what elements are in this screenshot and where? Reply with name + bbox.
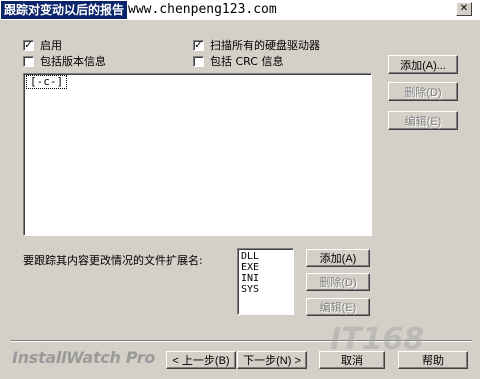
next-button[interactable]: 下一步(N) > xyxy=(237,351,307,369)
edit-drive-button[interactable]: 编辑(E) xyxy=(388,111,458,130)
delete-extension-button[interactable]: 删除(D) xyxy=(306,273,370,291)
delete-drive-button[interactable]: 删除(D) xyxy=(388,82,458,101)
extensions-listbox[interactable]: DLL EXE INI SYS xyxy=(237,248,294,315)
brand-logo: InstallWatch Pro xyxy=(12,348,156,367)
title-bar: 跟踪对变动以后的报告 www.chenpeng123.com ✕ xyxy=(0,0,480,20)
extension-item[interactable]: DLL xyxy=(241,251,293,262)
drives-listbox[interactable]: [-c-] xyxy=(23,73,372,236)
enable-checkbox-row[interactable]: ✓ 启用 xyxy=(23,38,62,52)
footer-separator xyxy=(10,340,472,342)
add-extension-button[interactable]: 添加(A) xyxy=(306,249,370,267)
enable-checkbox[interactable]: ✓ xyxy=(23,39,34,51)
add-drive-button[interactable]: 添加(A)... xyxy=(388,55,458,74)
extension-item[interactable]: EXE xyxy=(241,262,293,273)
edit-extension-button[interactable]: 编辑(E) xyxy=(306,298,370,316)
crc-info-checkbox-row[interactable]: 包括 CRC 信息 xyxy=(193,54,283,68)
close-button[interactable]: ✕ xyxy=(456,2,472,16)
installwatch-dialog: 跟踪对变动以后的报告 www.chenpeng123.com ✕ ✓ 启用 ✓ … xyxy=(0,0,480,379)
window-title: 跟踪对变动以后的报告 xyxy=(1,1,128,19)
scan-all-drives-label: 扫描所有的硬盘驱动器 xyxy=(210,39,320,52)
scan-all-drives-checkbox-row[interactable]: ✓ 扫描所有的硬盘驱动器 xyxy=(193,38,320,52)
extension-item[interactable]: SYS xyxy=(241,284,293,295)
scan-all-drives-checkbox[interactable]: ✓ xyxy=(193,39,204,51)
extensions-label: 要跟踪其内容更改情况的文件扩展名: xyxy=(23,254,203,267)
cancel-button[interactable]: 取消 xyxy=(319,351,385,369)
url-overlay: www.chenpeng123.com xyxy=(128,2,277,17)
extension-item[interactable]: INI xyxy=(241,273,293,284)
close-icon: ✕ xyxy=(459,3,469,14)
drive-item-c[interactable]: [-c-] xyxy=(25,75,68,89)
version-info-label: 包括版本信息 xyxy=(40,55,106,68)
back-button[interactable]: < 上一步(B) xyxy=(166,351,236,369)
help-button[interactable]: 帮助 xyxy=(398,351,468,369)
version-info-checkbox[interactable] xyxy=(23,55,34,67)
crc-info-label: 包括 CRC 信息 xyxy=(210,55,284,68)
enable-label: 启用 xyxy=(40,39,62,52)
version-info-checkbox-row[interactable]: 包括版本信息 xyxy=(23,54,106,68)
crc-info-checkbox[interactable] xyxy=(193,55,204,67)
